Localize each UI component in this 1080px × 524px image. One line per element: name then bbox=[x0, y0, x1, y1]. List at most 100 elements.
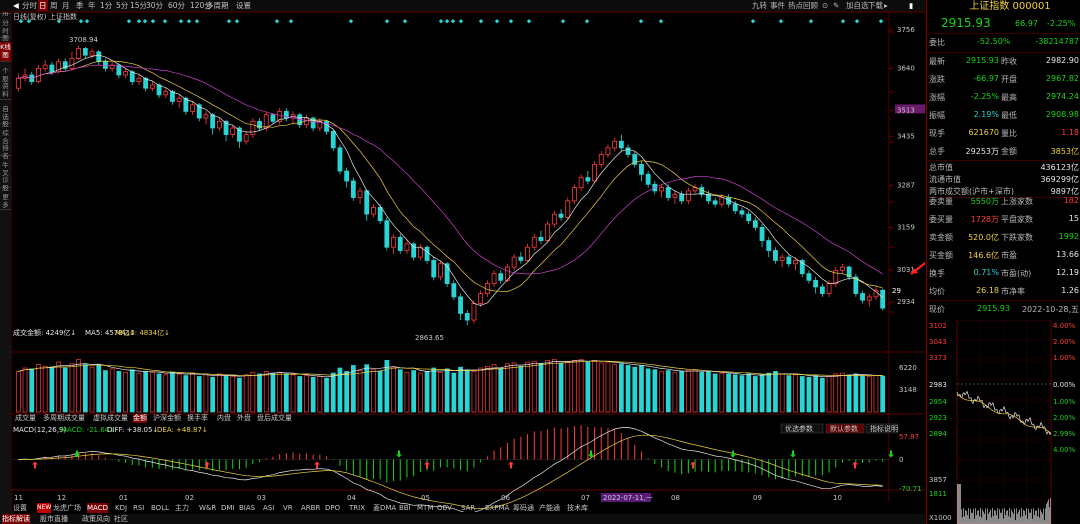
period-1[interactable]: 日 bbox=[38, 0, 48, 11]
event-diamond-icon[interactable] bbox=[226, 19, 232, 24]
event-diamond-icon[interactable] bbox=[840, 19, 846, 24]
period-3[interactable]: 月 bbox=[62, 0, 70, 11]
indicator-tab-18[interactable]: MTM bbox=[417, 503, 433, 513]
indicator-tab-21[interactable]: EXPMA bbox=[485, 503, 509, 513]
event-diamond-icon[interactable] bbox=[78, 19, 84, 24]
indicator-tab-20[interactable]: SAR bbox=[461, 503, 475, 513]
indicator-tab-3[interactable]: MACD bbox=[87, 503, 108, 513]
event-diamond-icon[interactable] bbox=[444, 19, 450, 24]
indicator-tab-0[interactable]: 设置 bbox=[13, 503, 27, 513]
event-diamond-icon[interactable] bbox=[150, 19, 156, 24]
volume-tab-5[interactable]: 换手率 bbox=[187, 414, 208, 423]
indicator-tab-2[interactable]: 龙虎广场 bbox=[53, 503, 81, 513]
bottom-tab-0[interactable]: 指标解读 bbox=[2, 514, 30, 524]
bottom-tab-3[interactable]: 社区 bbox=[114, 514, 128, 524]
period-0[interactable]: 分时 bbox=[22, 0, 37, 11]
left-tab-2[interactable]: K线图 bbox=[0, 42, 11, 62]
volume-tab-8[interactable]: 盘后成交量 bbox=[257, 414, 292, 423]
bottom-tab-1[interactable]: 股市直播 bbox=[40, 514, 68, 524]
kline-chart[interactable]: 日线(复权) 上证指数 3756364035133435328731593031… bbox=[11, 12, 925, 512]
volume-tab-0[interactable]: 成交量 bbox=[15, 414, 36, 423]
bottom-tab-2[interactable]: 政策风向 bbox=[82, 514, 110, 524]
volume-tab-2[interactable]: 虚拟成交量 bbox=[93, 414, 128, 423]
event-diamond-icon[interactable] bbox=[494, 19, 500, 24]
event-diamond-icon[interactable] bbox=[126, 19, 132, 24]
volume-tab-4[interactable]: 沪深金额 bbox=[153, 414, 181, 423]
event-diamond-icon[interactable] bbox=[584, 19, 590, 24]
indicator-tab-23[interactable]: 产能通 bbox=[539, 503, 560, 513]
indicator-tab-10[interactable]: BIAS bbox=[239, 503, 255, 513]
indicator-tab-5[interactable]: RSI bbox=[133, 503, 144, 513]
indicator-tab-11[interactable]: ASI bbox=[263, 503, 274, 513]
expand-icon[interactable]: ▸ bbox=[884, 0, 888, 11]
event-diamond-icon[interactable] bbox=[778, 19, 784, 24]
period-6[interactable]: 1分 bbox=[100, 0, 112, 11]
indicator-tab-4[interactable]: KDJ bbox=[115, 503, 127, 513]
indicator-tab-15[interactable]: TRIX bbox=[349, 503, 365, 513]
toolbar-right-3[interactable]: 加自选 bbox=[846, 0, 869, 11]
event-diamond-icon[interactable] bbox=[194, 19, 200, 24]
left-tab-3[interactable]: 个股资料 bbox=[0, 66, 11, 100]
toolbar-right-0[interactable]: 九转 bbox=[752, 0, 767, 11]
period-9[interactable]: 30分 bbox=[146, 0, 163, 11]
left-tab-1[interactable]: 分时图 bbox=[0, 18, 11, 42]
left-tab-7[interactable]: 更多 bbox=[0, 192, 11, 210]
indicator-tab-19[interactable]: OBV bbox=[437, 503, 452, 513]
event-diamond-icon[interactable] bbox=[142, 19, 148, 24]
indicator-tab-6[interactable]: BOLL bbox=[151, 503, 169, 513]
event-diamond-icon[interactable] bbox=[658, 19, 664, 24]
indicator-tab-9[interactable]: DMI bbox=[221, 503, 235, 513]
indicator-tab-13[interactable]: ARBR bbox=[301, 503, 320, 513]
event-diamond-icon[interactable] bbox=[854, 19, 860, 24]
event-diamond-icon[interactable] bbox=[560, 19, 566, 24]
volume-tab-7[interactable]: 外盘 bbox=[237, 414, 251, 423]
indicator-tab-1[interactable]: NEW bbox=[37, 503, 52, 513]
event-diamond-icon[interactable] bbox=[808, 19, 814, 24]
toolbar-close-icon[interactable]: ▮ bbox=[909, 0, 913, 11]
left-tab-6[interactable]: 牛叉诊股 bbox=[0, 160, 11, 191]
event-diamond-icon[interactable] bbox=[458, 19, 464, 24]
toolbar-pen-icon[interactable]: ✎ bbox=[833, 0, 839, 11]
period-12[interactable]: 多周期 bbox=[206, 0, 229, 11]
volume-tab-6[interactable]: 内盘 bbox=[217, 414, 231, 423]
period-8[interactable]: 15分 bbox=[130, 0, 147, 11]
period-5[interactable]: 年 bbox=[88, 0, 96, 11]
event-diamond-icon[interactable] bbox=[274, 19, 280, 24]
event-diamond-icon[interactable] bbox=[384, 19, 390, 24]
indicator-tab-17[interactable]: BBI bbox=[399, 503, 411, 513]
period-4[interactable]: 季 bbox=[76, 0, 84, 11]
event-diamond-icon[interactable] bbox=[638, 19, 644, 24]
event-diamond-icon[interactable] bbox=[84, 19, 90, 24]
indicator-tab-22[interactable]: 筹码通 bbox=[513, 503, 534, 513]
toolbar-right-1[interactable]: 事件 bbox=[770, 0, 785, 11]
toolbar-right-4[interactable]: 下载 bbox=[868, 0, 883, 11]
event-diamond-icon[interactable] bbox=[402, 19, 408, 24]
event-diamond-icon[interactable] bbox=[234, 19, 240, 24]
event-diamond-icon[interactable] bbox=[750, 19, 756, 24]
event-diamond-icon[interactable] bbox=[878, 19, 884, 24]
left-tab-4[interactable]: 自选股 bbox=[0, 104, 11, 128]
event-diamond-icon[interactable] bbox=[348, 19, 354, 24]
indicator-tab-16[interactable]: 菱DMA bbox=[373, 503, 396, 513]
period-13[interactable]: 设置 bbox=[236, 0, 251, 11]
toolbar-search-icon[interactable]: ⊙ bbox=[822, 0, 828, 11]
event-diamond-icon[interactable] bbox=[450, 19, 456, 24]
back-arrow-icon[interactable]: ◀ bbox=[13, 0, 19, 11]
event-diamond-icon[interactable] bbox=[136, 19, 142, 24]
indicator-tab-24[interactable]: 技术库 bbox=[567, 503, 588, 513]
event-diamond-icon[interactable] bbox=[478, 19, 484, 24]
toolbar-right-2[interactable]: 热点回顾 bbox=[788, 0, 818, 11]
volume-tab-1[interactable]: 多周期成交量 bbox=[43, 414, 85, 423]
intraday-mini-chart[interactable]: 3102 3043 3373 2983 2954 2923 2894 1811 4.00% 2.0… bbox=[927, 320, 1080, 524]
event-diamond-icon[interactable] bbox=[186, 19, 192, 24]
indicator-tab-8[interactable]: W&R bbox=[199, 503, 216, 513]
indicator-tab-7[interactable]: 主力 bbox=[175, 503, 189, 513]
indicator-tab-14[interactable]: DPO bbox=[325, 503, 340, 513]
event-diamond-icon[interactable] bbox=[526, 19, 532, 24]
event-diamond-icon[interactable] bbox=[288, 19, 294, 24]
period-2[interactable]: 周 bbox=[50, 0, 58, 11]
event-diamond-icon[interactable] bbox=[438, 19, 444, 24]
period-7[interactable]: 5分 bbox=[116, 0, 128, 11]
volume-tab-3[interactable]: 金额 bbox=[133, 414, 147, 423]
indicator-tab-12[interactable]: VR bbox=[283, 503, 293, 513]
